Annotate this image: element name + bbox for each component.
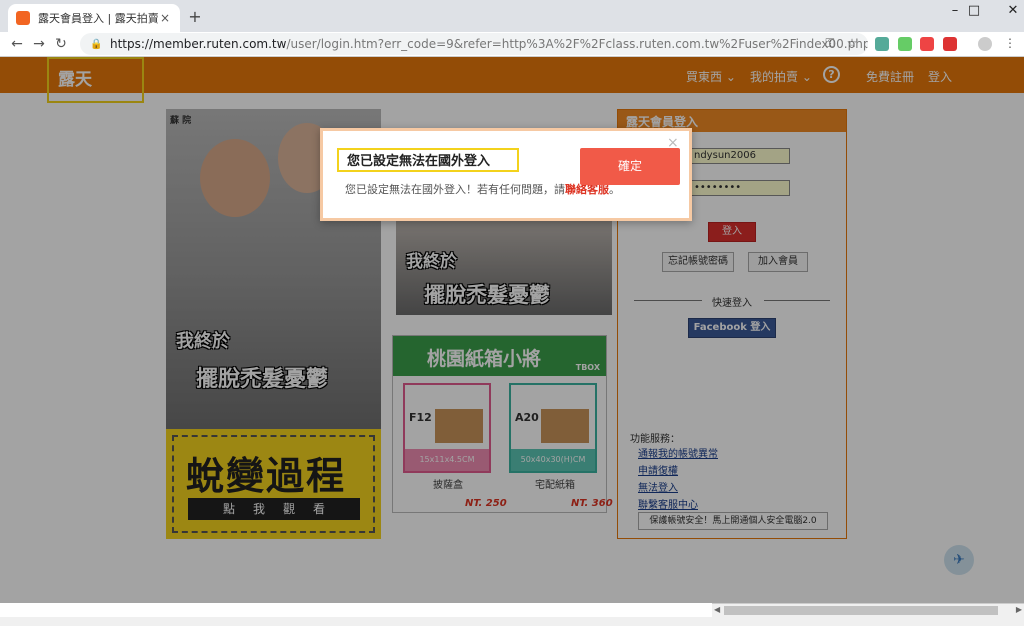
dialog-message: 您已設定無法在國外登入！若有任何問題，請聯絡客服。 — [345, 181, 620, 197]
url-host: https://member.ruten.com.tw — [110, 37, 287, 51]
url-path: /user/login.htm?err_code=9&refer=http%3A… — [286, 37, 868, 51]
lock-icon: 🔒 — [90, 38, 103, 50]
ruten-favicon-icon — [16, 11, 30, 25]
tab-strip: 露天會員登入 | 露天拍賣-台灣 N × + – □ ✕ — [0, 0, 1024, 32]
dialog-title: 您已設定無法在國外登入 — [347, 154, 491, 169]
browser-chrome: 露天會員登入 | 露天拍賣-台灣 N × + – □ ✕ ← → ↻ 🔒 htt… — [0, 0, 1024, 57]
bookmark-star-icon[interactable]: ☆ — [844, 35, 860, 51]
menu-dots-icon[interactable]: ⋮ — [1002, 35, 1018, 51]
extension-icon[interactable] — [920, 37, 934, 51]
address-bar[interactable]: 🔒 https://member.ruten.com.tw /user/logi… — [80, 33, 868, 55]
back-icon[interactable]: ← — [8, 35, 26, 53]
scrollbar-thumb[interactable] — [724, 606, 998, 615]
new-tab-button[interactable]: + — [186, 8, 204, 26]
cart-extension-icon[interactable] — [943, 37, 957, 51]
close-tab-icon[interactable]: × — [158, 11, 172, 25]
window-bottom-edge — [0, 617, 1024, 626]
close-window-icon[interactable]: ✕ — [990, 0, 1024, 24]
horizontal-scrollbar[interactable]: ◀ ▶ — [712, 603, 1024, 617]
forward-icon[interactable]: → — [30, 35, 48, 53]
scroll-right-icon[interactable]: ▶ — [1016, 605, 1022, 614]
browser-toolbar: ← → ↻ 🔒 https://member.ruten.com.tw /use… — [0, 32, 1024, 57]
extension-icon[interactable] — [898, 37, 912, 51]
key-icon[interactable]: ⚿ — [822, 35, 838, 51]
dialog-message-text: 您已設定無法在國外登入！若有任何問題，請 — [345, 183, 565, 196]
alert-dialog: 您已設定無法在國外登入 您已設定無法在國外登入！若有任何問題，請聯絡客服。 × … — [320, 128, 692, 221]
browser-tab[interactable]: 露天會員登入 | 露天拍賣-台灣 N × — [8, 4, 180, 32]
extension-icon[interactable] — [875, 37, 889, 51]
web-page: 露天 買東西 ⌄ 我的拍賣 ⌄ ? 免費註冊 登入 蘇 院 我終於 擺脫禿髮憂鬱… — [0, 57, 1024, 603]
tab-title: 露天會員登入 | 露天拍賣-台灣 N — [38, 12, 158, 25]
reload-icon[interactable]: ↻ — [52, 35, 70, 53]
profile-avatar[interactable] — [978, 37, 992, 51]
confirm-button[interactable]: 確定 — [580, 148, 680, 185]
scroll-left-icon[interactable]: ◀ — [714, 605, 720, 614]
